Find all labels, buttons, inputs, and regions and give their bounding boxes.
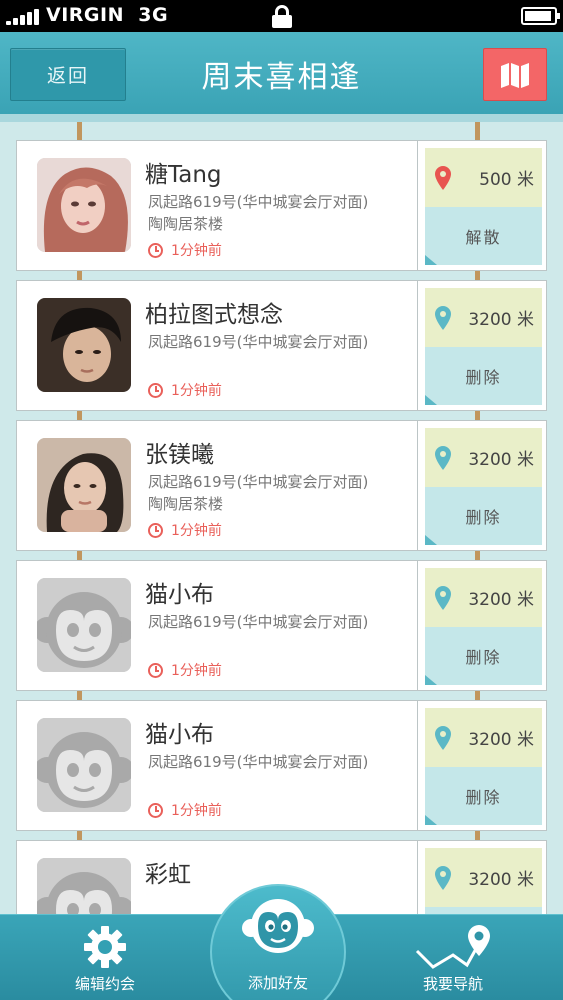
delete-button[interactable]: 删除 <box>425 767 542 825</box>
avatar[interactable] <box>37 298 131 392</box>
location-pin-icon <box>435 445 451 470</box>
contact-list[interactable]: 糖Tang 凤起路619号(华中城宴会厅对面) 陶陶居茶楼 1分钟前 500 米解散柏拉… <box>0 122 563 914</box>
distance-label: 3200 米 <box>468 730 534 750</box>
header-divider <box>0 114 563 122</box>
tab-add-friend[interactable]: 添加好友 <box>210 884 346 1000</box>
gear-icon <box>84 926 126 968</box>
contact-card[interactable]: 猫小布凤起路619号(华中城宴会厅对面) 1分钟前 3200 米删除 <box>16 700 547 831</box>
distance-label: 3200 米 <box>468 870 534 890</box>
back-button[interactable]: 返回 <box>10 48 126 101</box>
battery-icon <box>521 7 560 25</box>
avatar[interactable] <box>37 438 131 532</box>
distance-box: 3200 米 <box>425 428 542 487</box>
distance-box: 3200 米 <box>425 848 542 907</box>
status-bar: VIRGIN 3G <box>0 0 563 32</box>
delete-button[interactable]: 删除 <box>425 487 542 545</box>
contact-actions: 3200 米删除 <box>417 701 547 830</box>
time-ago: 1分钟前 <box>148 380 222 400</box>
distance-box: 500 米 <box>425 148 542 207</box>
contact-card[interactable]: 张镁曦凤起路619号(华中城宴会厅对面) 陶陶居茶楼 1分钟前 3200 米删除 <box>16 420 547 551</box>
clock-icon <box>148 522 163 538</box>
location-pin-icon <box>435 165 451 190</box>
contact-name: 糖Tang <box>145 162 222 188</box>
contact-place: 陶陶居茶楼 <box>148 215 224 233</box>
contact-card[interactable]: 柏拉图式想念凤起路619号(华中城宴会厅对面) 1分钟前 3200 米删除 <box>16 280 547 411</box>
contact-name: 彩虹 <box>145 862 191 888</box>
tab-label: 我要导航 <box>422 975 483 993</box>
clock-icon <box>148 382 163 398</box>
distance-box: 3200 米 <box>425 568 542 627</box>
contact-actions: 500 米解散 <box>417 141 547 270</box>
clock-icon <box>148 242 163 258</box>
contact-name: 柏拉图式想念 <box>145 302 283 328</box>
contact-name: 猫小布 <box>145 722 214 748</box>
distance-box: 3200 米 <box>425 708 542 767</box>
time-ago: 1分钟前 <box>148 240 222 260</box>
lock-icon <box>272 5 292 28</box>
distance-label: 500 米 <box>479 170 534 190</box>
time-ago-label: 1分钟前 <box>171 803 222 819</box>
contact-actions: 3200 米删除 <box>417 421 547 550</box>
location-pin-icon <box>435 865 451 890</box>
page-title: 周末喜相逢 <box>201 60 362 95</box>
carrier-label: VIRGIN 3G <box>46 4 169 26</box>
contact-actions: 3200 米 <box>417 841 547 914</box>
location-pin-icon <box>435 725 451 750</box>
time-ago: 1分钟前 <box>148 660 222 680</box>
delete-button[interactable] <box>425 907 542 914</box>
avatar[interactable] <box>37 718 131 812</box>
signal-icon <box>6 9 44 25</box>
contact-actions: 3200 米删除 <box>417 281 547 410</box>
map-icon <box>501 62 529 88</box>
avatar[interactable] <box>37 158 131 252</box>
distance-label: 3200 米 <box>468 310 534 330</box>
network-label: 3G <box>138 4 169 26</box>
avatar[interactable] <box>37 858 131 914</box>
distance-label: 3200 米 <box>468 450 534 470</box>
contact-actions: 3200 米删除 <box>417 561 547 690</box>
contact-card[interactable]: 糖Tang 凤起路619号(华中城宴会厅对面) 陶陶居茶楼 1分钟前 500 米解散 <box>16 140 547 271</box>
contact-name: 猫小布 <box>145 582 214 608</box>
location-pin-icon <box>435 585 451 610</box>
tab-edit-date[interactable]: 编辑约会 <box>40 915 170 1000</box>
monkey-icon <box>242 899 314 953</box>
time-ago-label: 1分钟前 <box>171 663 222 679</box>
dismiss-button[interactable]: 解散 <box>425 207 542 265</box>
contact-address: 凤起路619号(华中城宴会厅对面) <box>148 193 369 211</box>
contact-card[interactable]: 猫小布凤起路619号(华中城宴会厅对面) 1分钟前 3200 米删除 <box>16 560 547 691</box>
time-ago-label: 1分钟前 <box>171 383 222 399</box>
clock-icon <box>148 662 163 678</box>
contact-address: 凤起路619号(华中城宴会厅对面) <box>148 753 369 771</box>
time-ago: 1分钟前 <box>148 520 222 540</box>
contact-place: 陶陶居茶楼 <box>148 495 224 513</box>
contact-address: 凤起路619号(华中城宴会厅对面) <box>148 333 369 351</box>
time-ago-label: 1分钟前 <box>171 243 222 259</box>
header: 返回 周末喜相逢 <box>0 32 563 114</box>
tab-label: 编辑约会 <box>74 975 135 993</box>
contact-address: 凤起路619号(华中城宴会厅对面) <box>148 613 369 631</box>
location-pin-icon <box>435 305 451 330</box>
distance-box: 3200 米 <box>425 288 542 347</box>
contact-name: 张镁曦 <box>145 442 214 468</box>
contact-address: 凤起路619号(华中城宴会厅对面) <box>148 473 369 491</box>
tab-navigate[interactable]: 我要导航 <box>388 915 518 1000</box>
avatar[interactable] <box>37 578 131 672</box>
tab-label: 添加好友 <box>247 974 308 992</box>
distance-label: 3200 米 <box>468 590 534 610</box>
delete-button[interactable]: 删除 <box>425 627 542 685</box>
route-pin-icon <box>415 925 490 969</box>
clock-icon <box>148 802 163 818</box>
time-ago-label: 1分钟前 <box>171 523 222 539</box>
delete-button[interactable]: 删除 <box>425 347 542 405</box>
map-button[interactable] <box>483 48 547 101</box>
time-ago: 1分钟前 <box>148 800 222 820</box>
